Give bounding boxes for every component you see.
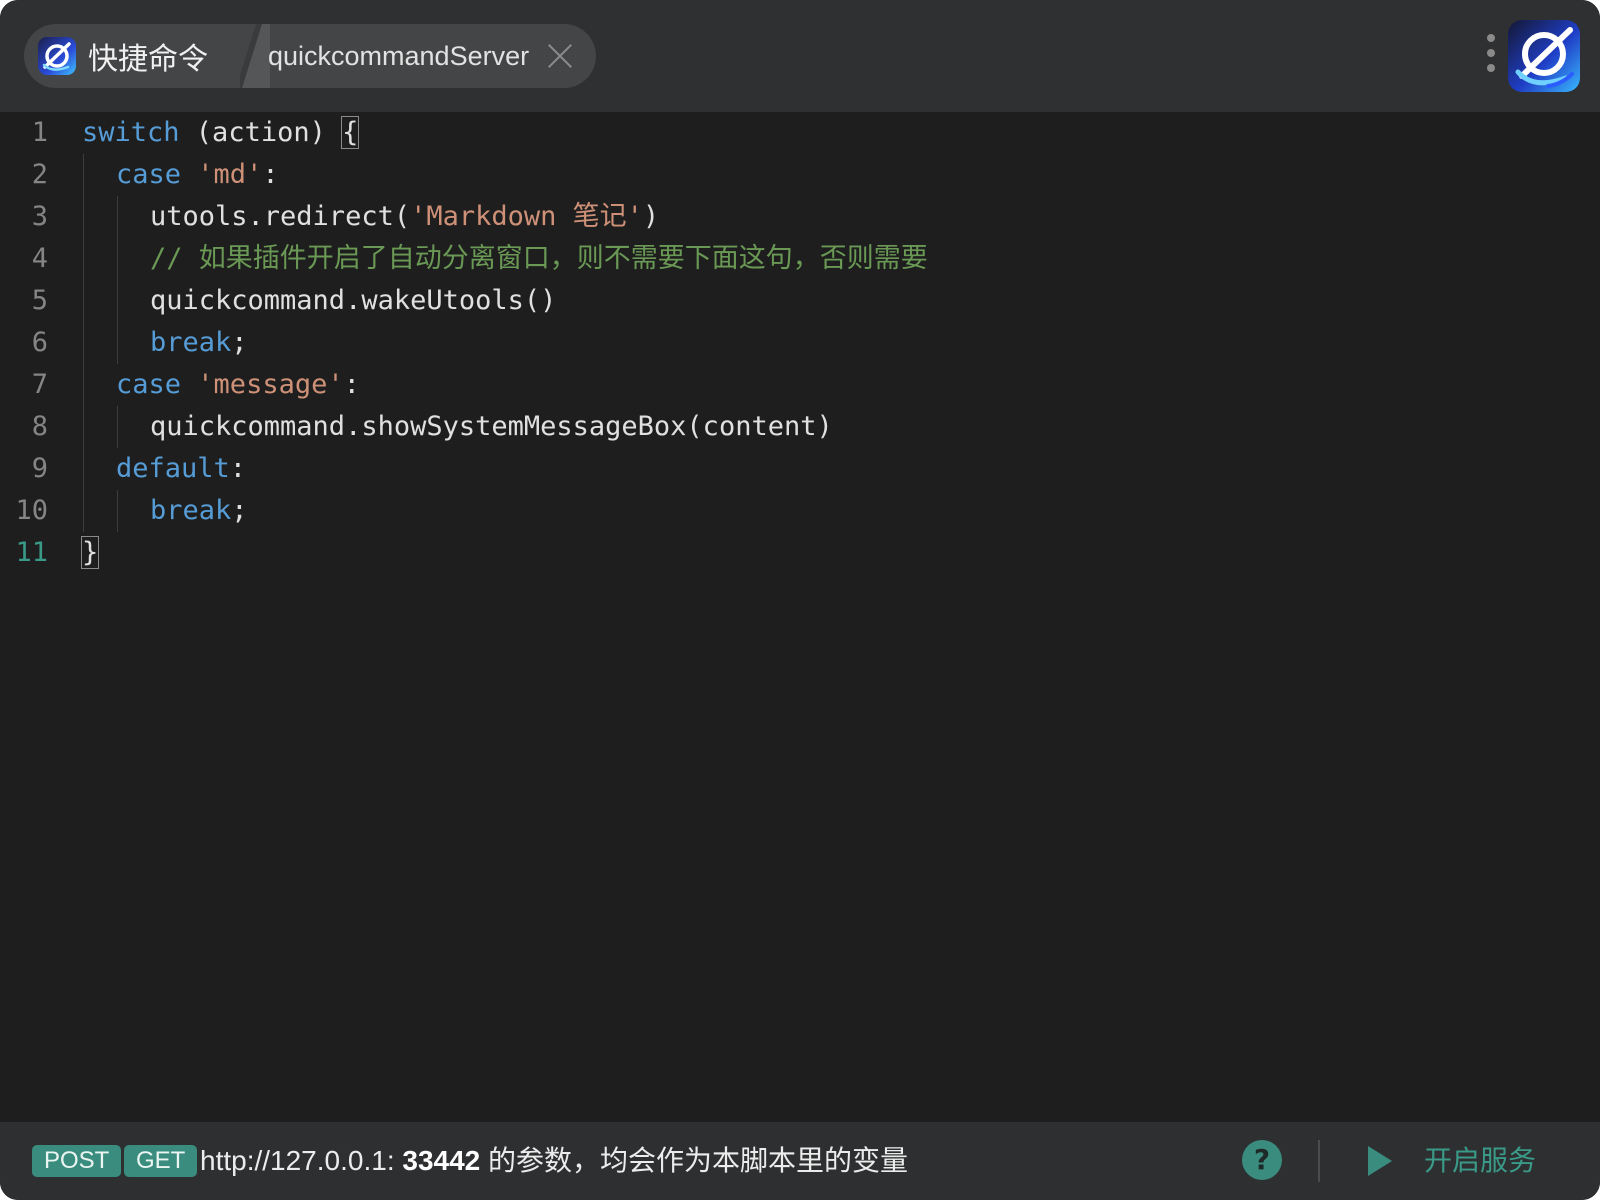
line-number: 4 <box>31 243 48 274</box>
line-number: 2 <box>31 159 48 190</box>
tab-bar: 快捷命令 quickcommandServer <box>24 24 596 88</box>
code-token: : <box>262 159 279 190</box>
code-token: (action) <box>179 117 343 148</box>
line-number: 6 <box>31 327 48 358</box>
server-info-text: http://127.0.0.1: 33442 的参数，均会作为本脚本里的变量 <box>200 1140 908 1182</box>
line-code: break; <box>150 322 248 364</box>
url-suffix: 的参数，均会作为本脚本里的变量 <box>480 1145 909 1176</box>
code-line[interactable]: 8 quickcommand.showSystemMessageBox(conte… <box>0 406 1600 448</box>
tab-home[interactable]: 快捷命令 <box>24 24 256 88</box>
code-token: 'md' <box>197 159 263 190</box>
code-token: { <box>341 116 360 149</box>
line-number: 1 <box>31 117 48 148</box>
code-token: switch <box>82 117 180 148</box>
code-token: 'Markdown 笔记' <box>410 201 643 232</box>
line-code: case 'message': <box>116 364 360 406</box>
code-token: break <box>150 495 232 526</box>
port-number: 33442 <box>402 1145 481 1176</box>
status-bar: POST GET http://127.0.0.1: 33442 的参数，均会作… <box>0 1122 1600 1200</box>
line-code: utools.redirect('Markdown 笔记') <box>150 196 659 238</box>
code-line[interactable]: 1 switch (action) { <box>0 112 1600 154</box>
quickcommand-logo-icon <box>38 37 76 75</box>
line-number: 8 <box>31 411 48 442</box>
code-token: quickcommand.wakeUtools() <box>150 285 557 316</box>
code-token: ) <box>642 201 660 232</box>
more-vertical-icon[interactable] <box>1486 34 1496 76</box>
code-token: : <box>229 453 247 484</box>
code-line[interactable]: 11} <box>0 532 1600 574</box>
code-token: default <box>116 453 230 484</box>
top-bar: 快捷命令 quickcommandServer <box>0 0 1600 112</box>
code-editor[interactable]: 1 switch (action) {2 case 'md': 3 utools.red… <box>0 112 1600 1122</box>
code-token: 'message' <box>197 369 344 400</box>
divider <box>1318 1140 1320 1182</box>
code-line[interactable]: 2 case 'md': <box>0 154 1600 196</box>
tab-active-label: quickcommandServer <box>268 40 530 71</box>
line-code: break; <box>150 490 248 532</box>
url-prefix: http://127.0.0.1: <box>200 1145 403 1176</box>
code-token: case <box>116 369 182 400</box>
code-line[interactable]: 9 default: <box>0 448 1600 490</box>
code-line[interactable]: 7 case 'message': <box>0 364 1600 406</box>
line-number: 10 <box>15 495 48 526</box>
code-token: utools.redirect( <box>150 201 411 232</box>
code-token: ; <box>231 327 248 358</box>
code-token: } <box>80 536 100 569</box>
line-number: 7 <box>31 369 48 400</box>
code-token: // 如果插件开启了自动分离窗口，则不需要下面这句，否则需要 <box>150 243 928 274</box>
line-number: 5 <box>31 285 48 316</box>
line-code: quickcommand.wakeUtools() <box>150 280 556 322</box>
line-code: quickcommand.showSystemMessageBox(conten… <box>150 406 833 448</box>
app-window: 快捷命令 quickcommandServer 1 switch (action… <box>0 0 1600 1200</box>
close-icon[interactable] <box>547 43 573 69</box>
help-circle-icon[interactable]: ? <box>1242 1140 1282 1180</box>
get-badge: GET <box>124 1145 198 1177</box>
code-line[interactable]: 5 quickcommand.wakeUtools() <box>0 280 1600 322</box>
code-token: case <box>116 159 182 190</box>
line-code: } <box>80 532 100 574</box>
code-line[interactable]: 6 break; <box>0 322 1600 364</box>
code-line[interactable]: 4 // 如果插件开启了自动分离窗口，则不需要下面这句，否则需要 <box>0 238 1600 280</box>
code-line[interactable]: 10 break; <box>0 490 1600 532</box>
tab-home-label: 快捷命令 <box>88 42 208 77</box>
line-code: switch (action) { <box>82 112 360 154</box>
tab-quickcommandserver[interactable]: quickcommandServer <box>268 24 573 88</box>
start-service-button[interactable]: 开启服务 <box>1424 1140 1536 1182</box>
line-code: case 'md': <box>116 154 279 196</box>
line-number: 9 <box>31 453 48 484</box>
line-code: // 如果插件开启了自动分离窗口，则不需要下面这句，否则需要 <box>150 238 928 280</box>
code-line[interactable]: 3 utools.redirect('Markdown 笔记') <box>0 196 1600 238</box>
code-token: : <box>343 369 360 400</box>
post-badge: POST <box>32 1145 122 1177</box>
code-token: break <box>150 327 232 358</box>
tab-separator <box>240 24 270 88</box>
code-token: quickcommand.showSystemMessageBox(conten… <box>150 411 833 442</box>
play-icon[interactable] <box>1368 1146 1392 1176</box>
line-code: default: <box>116 448 246 490</box>
line-number: 11 <box>15 537 48 568</box>
app-logo-icon[interactable] <box>1508 20 1580 92</box>
code-token: ; <box>231 495 248 526</box>
line-number: 3 <box>31 201 48 232</box>
